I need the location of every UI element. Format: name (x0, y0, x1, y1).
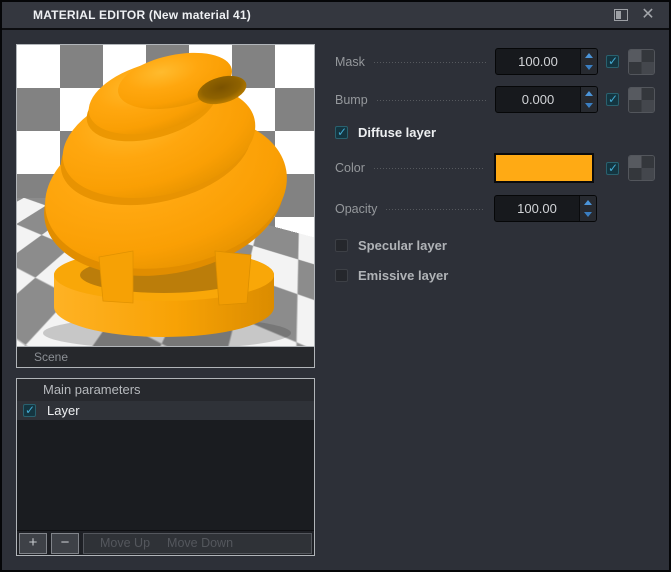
close-icon: ✕ (641, 6, 655, 23)
layers-panel: Main parameters Layer + − Move Up Move D… (16, 378, 315, 556)
move-down-button[interactable]: Move Down (167, 536, 233, 550)
opacity-spin-down-button[interactable] (580, 209, 596, 222)
mask-row: Mask 100.00 (335, 48, 655, 75)
dotted-leader (376, 99, 486, 101)
dotted-leader (373, 168, 485, 169)
specular-layer-row: Specular layer (335, 237, 447, 253)
mask-enabled-checkbox[interactable] (606, 54, 619, 68)
arrow-down-icon (584, 212, 592, 218)
checkerboard-icon (629, 87, 654, 112)
mask-spin-arrows (580, 49, 597, 74)
preview-panel: Scene (16, 44, 315, 368)
opacity-value-field[interactable]: 100.00 (495, 196, 579, 221)
layer-visibility-checkbox[interactable] (23, 403, 36, 417)
preview-material-object (43, 52, 291, 346)
layer-list-item[interactable]: Layer (17, 401, 314, 420)
specular-layer-label: Specular layer (358, 237, 447, 253)
bump-spinbox: 0.000 (495, 86, 598, 113)
layer-item-label: Layer (47, 403, 80, 418)
minus-icon: − (60, 533, 70, 551)
mask-spin-up-button[interactable] (581, 49, 597, 62)
opacity-row: Opacity 100.00 (335, 195, 597, 222)
arrow-up-icon (585, 90, 593, 96)
emissive-layer-row: Emissive layer (335, 267, 448, 283)
diffuse-layer-label: Diffuse layer (358, 125, 437, 140)
float-window-icon (614, 9, 628, 21)
color-enabled-checkbox[interactable] (606, 161, 619, 175)
dotted-leader (373, 61, 486, 63)
color-label: Color (335, 161, 365, 175)
checkerboard-icon (629, 49, 654, 74)
color-row: Color (335, 153, 655, 183)
bump-row: Bump 0.000 (335, 86, 655, 113)
mask-label: Mask (335, 54, 365, 69)
opacity-spinbox: 100.00 (494, 195, 597, 222)
mask-spinbox: 100.00 (495, 48, 598, 75)
diffuse-color-swatch[interactable] (494, 153, 594, 183)
opacity-spin-arrows (579, 196, 596, 221)
move-up-button[interactable]: Move Up (100, 536, 150, 550)
close-button[interactable]: ✕ (639, 6, 657, 24)
opacity-spin-up-button[interactable] (580, 196, 596, 209)
window-title: MATERIAL EDITOR (New material 41) (33, 8, 251, 22)
layers-toolbar: + − Move Up Move Down (17, 530, 314, 555)
mask-spin-down-button[interactable] (581, 62, 597, 75)
arrow-down-icon (585, 103, 593, 109)
checkerboard-icon (629, 156, 654, 180)
layers-panel-header: Main parameters (17, 379, 314, 401)
remove-layer-button[interactable]: − (51, 532, 79, 554)
titlebar-buttons: ✕ (612, 6, 657, 24)
material-editor-window: MATERIAL EDITOR (New material 41) ✕ Scen… (0, 0, 671, 572)
titlebar[interactable]: MATERIAL EDITOR (New material 41) ✕ (2, 2, 669, 30)
mask-value-field[interactable]: 100.00 (496, 49, 580, 74)
material-preview-viewport[interactable] (17, 45, 314, 346)
color-texture-button[interactable] (628, 155, 655, 181)
arrow-down-icon (585, 65, 593, 71)
bump-spin-up-button[interactable] (581, 87, 597, 100)
diffuse-layer-checkbox[interactable] (335, 125, 348, 139)
arrow-up-icon (584, 199, 592, 205)
dotted-leader (386, 208, 485, 210)
bump-label: Bump (335, 92, 368, 107)
bump-texture-button[interactable] (628, 86, 655, 113)
layers-list-empty-area[interactable] (17, 420, 314, 530)
add-layer-button[interactable]: + (19, 532, 47, 554)
scene-caption: Scene (17, 346, 314, 367)
move-buttons-bar: Move Up Move Down (83, 532, 312, 554)
emissive-layer-checkbox[interactable] (335, 268, 348, 282)
mask-texture-button[interactable] (628, 48, 655, 75)
bump-spin-down-button[interactable] (581, 100, 597, 113)
plus-icon: + (28, 533, 38, 551)
bump-value-field[interactable]: 0.000 (496, 87, 580, 112)
opacity-label: Opacity (335, 201, 378, 216)
specular-layer-checkbox[interactable] (335, 238, 348, 252)
float-button[interactable] (612, 6, 630, 24)
bump-enabled-checkbox[interactable] (606, 92, 619, 106)
arrow-up-icon (585, 52, 593, 58)
diffuse-layer-row: Diffuse layer (335, 124, 436, 141)
bump-spin-arrows (580, 87, 597, 112)
emissive-layer-label: Emissive layer (358, 267, 449, 283)
